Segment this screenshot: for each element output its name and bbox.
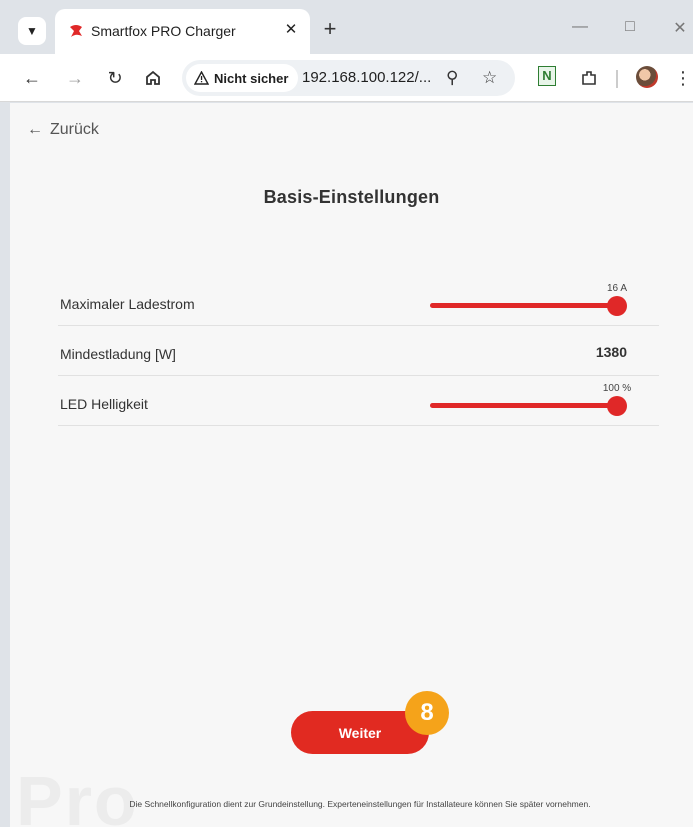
- page-title: Basis-Einstellungen: [263, 187, 440, 207]
- setting-row-min-charge: Mindestladung [W] 1380: [58, 326, 659, 376]
- back-link[interactable]: ← Zurück: [27, 121, 99, 139]
- url-text[interactable]: 192.168.100.122/...: [302, 69, 431, 86]
- slider-fill: [430, 403, 617, 408]
- minimize-icon[interactable]: —: [568, 18, 592, 36]
- setting-label: Maximaler Ladestrom: [60, 296, 195, 312]
- pro-watermark: Pro: [16, 762, 139, 827]
- back-arrow-icon: ←: [27, 121, 43, 138]
- settings-list: Maximaler Ladestrom 16 A Mindestladung […: [58, 276, 659, 426]
- led-brightness-slider[interactable]: 100 %: [430, 383, 631, 417]
- home-icon[interactable]: [141, 66, 165, 90]
- plus-icon[interactable]: +: [318, 17, 342, 41]
- setting-row-led-brightness: LED Helligkeit 100 %: [58, 376, 659, 426]
- address-bar[interactable]: Nicht sicher 192.168.100.122/... ⚲ ☆: [182, 60, 515, 96]
- close-window-icon[interactable]: ✕: [668, 18, 692, 38]
- back-label: Zurück: [50, 121, 99, 138]
- extensions-icon[interactable]: [577, 66, 601, 90]
- security-label: Nicht sicher: [214, 70, 289, 86]
- step-badge: 8: [405, 691, 449, 735]
- slider-readout: 16 A: [606, 283, 628, 294]
- slider-readout: 100 %: [602, 383, 632, 394]
- slider-thumb[interactable]: [607, 396, 627, 416]
- maximize-icon[interactable]: □: [618, 18, 642, 36]
- page-content: ← Zurück Basis-Einstellungen Maximaler L…: [10, 103, 693, 827]
- tab-search-button[interactable]: ▼: [18, 17, 46, 45]
- tab-title: Smartfox PRO Charger: [91, 23, 236, 39]
- slider-thumb[interactable]: [607, 296, 627, 316]
- footer-note: Die Schnellkonfiguration dient zur Grund…: [129, 799, 591, 809]
- slider-fill: [430, 303, 617, 308]
- chevron-down-icon: ▼: [26, 24, 38, 38]
- toolbar-divider: [616, 70, 618, 88]
- back-arrow-icon[interactable]: ←: [20, 66, 44, 90]
- setting-label: Mindestladung [W]: [60, 346, 176, 362]
- avatar[interactable]: [636, 66, 658, 88]
- setting-label: LED Helligkeit: [60, 396, 148, 412]
- reload-icon[interactable]: ↻: [103, 66, 127, 90]
- extension-n-icon[interactable]: N: [538, 66, 556, 86]
- warning-icon: [194, 71, 209, 85]
- star-icon[interactable]: ☆: [482, 68, 497, 88]
- forward-arrow-icon[interactable]: →: [63, 66, 87, 90]
- browser-toolbar: ← → ↻ Nicht sicher 192.168.100.122/... ⚲…: [0, 54, 693, 102]
- tab-strip: ▼ Smartfox PRO Charger ✕ + — □ ✕: [0, 0, 693, 54]
- zoom-icon[interactable]: ⚲: [446, 68, 458, 88]
- setting-row-max-current: Maximaler Ladestrom 16 A: [58, 276, 659, 326]
- min-charge-value[interactable]: 1380: [596, 344, 627, 360]
- max-current-slider[interactable]: 16 A: [430, 283, 627, 317]
- close-icon[interactable]: ✕: [281, 20, 301, 38]
- smartfox-icon: [70, 25, 82, 37]
- security-chip[interactable]: Nicht sicher: [186, 64, 299, 92]
- browser-tab[interactable]: Smartfox PRO Charger ✕: [55, 9, 310, 54]
- kebab-menu-icon[interactable]: ⋮: [671, 66, 693, 90]
